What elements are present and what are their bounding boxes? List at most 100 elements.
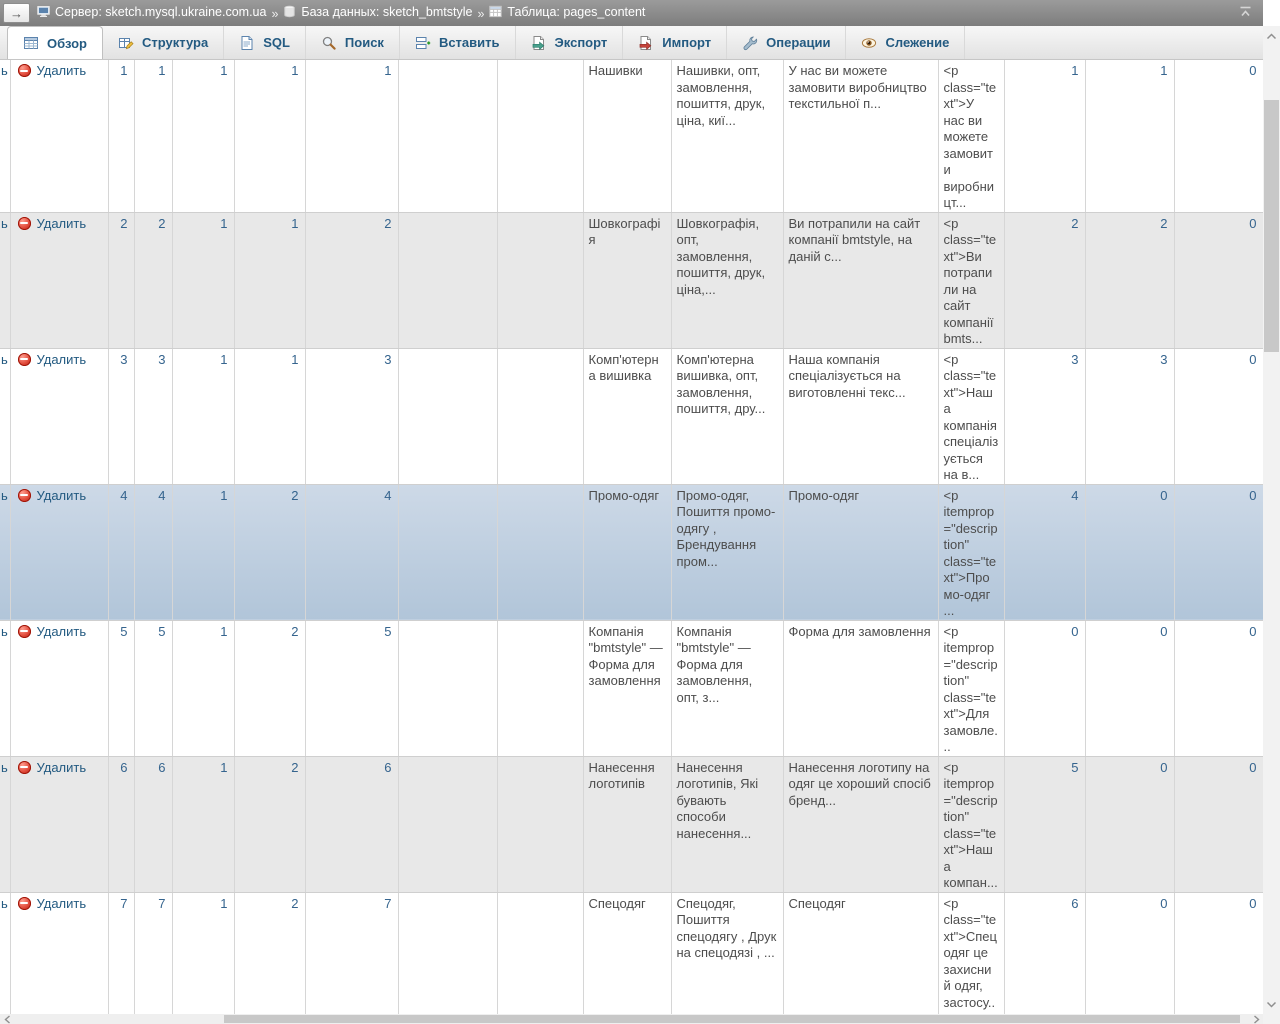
numeric-cell[interactable]: 1 (1085, 60, 1174, 212)
numeric-cell[interactable]: 6 (108, 756, 134, 892)
scroll-right-arrow-icon[interactable] (1249, 1014, 1263, 1024)
empty-cell[interactable] (398, 892, 497, 1014)
numeric-cell[interactable]: 2 (234, 756, 305, 892)
numeric-cell[interactable]: 1 (1004, 60, 1085, 212)
numeric-cell[interactable]: 6 (134, 756, 172, 892)
keywords-cell[interactable]: Шовкографія, опт, замовлення, пошиття, д… (671, 212, 783, 348)
scroll-up-arrow-icon[interactable] (1263, 28, 1280, 44)
numeric-cell[interactable]: 2 (234, 484, 305, 620)
numeric-cell[interactable]: 0 (1174, 756, 1263, 892)
empty-cell[interactable] (497, 620, 583, 756)
numeric-cell[interactable]: 2 (305, 212, 398, 348)
numeric-cell[interactable]: 3 (1004, 348, 1085, 484)
numeric-cell[interactable]: 1 (108, 60, 134, 212)
numeric-cell[interactable]: 3 (1085, 348, 1174, 484)
delete-row-link[interactable]: Удалить (37, 896, 87, 911)
numeric-cell[interactable]: 7 (134, 892, 172, 1014)
delete-icon[interactable] (18, 761, 31, 774)
numeric-cell[interactable]: 0 (1085, 756, 1174, 892)
scroll-left-arrow-icon[interactable] (0, 1014, 14, 1024)
numeric-cell[interactable]: 0 (1085, 484, 1174, 620)
clipped-edit-link[interactable]: ь (0, 348, 10, 484)
numeric-cell[interactable]: 5 (134, 620, 172, 756)
numeric-cell[interactable]: 1 (305, 60, 398, 212)
content-html-cell[interactable]: <p class="text">Спецодяг це захисний одя… (938, 892, 1004, 1014)
numeric-cell[interactable]: 5 (1004, 756, 1085, 892)
delete-row-link[interactable]: Удалить (37, 352, 87, 367)
clipped-edit-link[interactable]: ь (0, 484, 10, 620)
tab-operations[interactable]: Операции (727, 26, 846, 59)
numeric-cell[interactable]: 0 (1085, 892, 1174, 1014)
empty-cell[interactable] (398, 756, 497, 892)
description-cell[interactable]: Форма для замовлення (783, 620, 938, 756)
empty-cell[interactable] (497, 892, 583, 1014)
empty-cell[interactable] (398, 60, 497, 212)
numeric-cell[interactable]: 1 (172, 484, 234, 620)
clipped-edit-link[interactable]: ь (0, 620, 10, 756)
numeric-cell[interactable]: 0 (1004, 620, 1085, 756)
numeric-cell[interactable]: 2 (108, 212, 134, 348)
empty-cell[interactable] (497, 756, 583, 892)
tab-browse[interactable]: Обзор (7, 26, 103, 59)
keywords-cell[interactable]: Нашивки, опт, замовлення, пошиття, друк,… (671, 60, 783, 212)
numeric-cell[interactable]: 2 (1085, 212, 1174, 348)
content-html-cell[interactable]: <p itemprop="description" class="text">Н… (938, 756, 1004, 892)
collapse-icon[interactable] (1238, 5, 1253, 22)
delete-row-link[interactable]: Удалить (37, 216, 87, 231)
numeric-cell[interactable]: 3 (305, 348, 398, 484)
content-html-cell[interactable]: <p class="text">У нас ви можете замовити… (938, 60, 1004, 212)
tab-sql[interactable]: SQL (224, 26, 306, 59)
clipped-edit-link[interactable]: ь (0, 60, 10, 212)
title-cell[interactable]: Промо-одяг (583, 484, 671, 620)
delete-icon[interactable] (18, 489, 31, 502)
description-cell[interactable]: Нанесення логотипу на одяг це хороший сп… (783, 756, 938, 892)
numeric-cell[interactable]: 2 (234, 892, 305, 1014)
numeric-cell[interactable]: 4 (108, 484, 134, 620)
numeric-cell[interactable]: 0 (1174, 892, 1263, 1014)
keywords-cell[interactable]: Спецодяг, Пошиття спецодягу , Друк на сп… (671, 892, 783, 1014)
title-cell[interactable]: Нашивки (583, 60, 671, 212)
delete-icon[interactable] (18, 217, 31, 230)
description-cell[interactable]: Спецодяг (783, 892, 938, 1014)
numeric-cell[interactable]: 2 (1004, 212, 1085, 348)
numeric-cell[interactable]: 0 (1174, 212, 1263, 348)
keywords-cell[interactable]: Комп'ютерна вишивка, опт, замовлення, по… (671, 348, 783, 484)
description-cell[interactable]: Промо-одяг (783, 484, 938, 620)
delete-row-link[interactable]: Удалить (37, 624, 87, 639)
numeric-cell[interactable]: 4 (305, 484, 398, 620)
numeric-cell[interactable]: 6 (305, 756, 398, 892)
nav-panel-toggle-button[interactable]: → (3, 3, 30, 23)
title-cell[interactable]: Компанія "bmtstyle" — Форма для замовлен… (583, 620, 671, 756)
delete-icon[interactable] (18, 353, 31, 366)
numeric-cell[interactable]: 4 (1004, 484, 1085, 620)
empty-cell[interactable] (497, 348, 583, 484)
empty-cell[interactable] (398, 348, 497, 484)
numeric-cell[interactable]: 1 (172, 756, 234, 892)
empty-cell[interactable] (398, 484, 497, 620)
vertical-scrollbar[interactable] (1263, 26, 1280, 1014)
numeric-cell[interactable]: 5 (305, 620, 398, 756)
numeric-cell[interactable]: 0 (1174, 348, 1263, 484)
tab-structure[interactable]: Структура (103, 26, 224, 59)
numeric-cell[interactable]: 2 (134, 212, 172, 348)
keywords-cell[interactable]: Промо-одяг, Пошиття промо-одягу , Бренду… (671, 484, 783, 620)
tab-tracking[interactable]: Слежение (846, 26, 965, 59)
numeric-cell[interactable]: 5 (108, 620, 134, 756)
content-html-cell[interactable]: <p itemprop="description" class="text">Д… (938, 620, 1004, 756)
clipped-edit-link[interactable]: ь (0, 212, 10, 348)
numeric-cell[interactable]: 6 (1004, 892, 1085, 1014)
tab-import[interactable]: Импорт (623, 26, 727, 59)
numeric-cell[interactable]: 1 (172, 212, 234, 348)
numeric-cell[interactable]: 1 (234, 212, 305, 348)
empty-cell[interactable] (398, 212, 497, 348)
empty-cell[interactable] (398, 620, 497, 756)
delete-row-link[interactable]: Удалить (37, 760, 87, 775)
horizontal-scrollbar-thumb[interactable] (224, 1015, 1240, 1023)
tab-export[interactable]: Экспорт (516, 26, 624, 59)
empty-cell[interactable] (497, 60, 583, 212)
clipped-edit-link[interactable]: ь (0, 756, 10, 892)
vertical-scrollbar-thumb[interactable] (1264, 100, 1279, 352)
delete-row-link[interactable]: Удалить (37, 63, 87, 78)
numeric-cell[interactable]: 1 (134, 60, 172, 212)
numeric-cell[interactable]: 3 (108, 348, 134, 484)
